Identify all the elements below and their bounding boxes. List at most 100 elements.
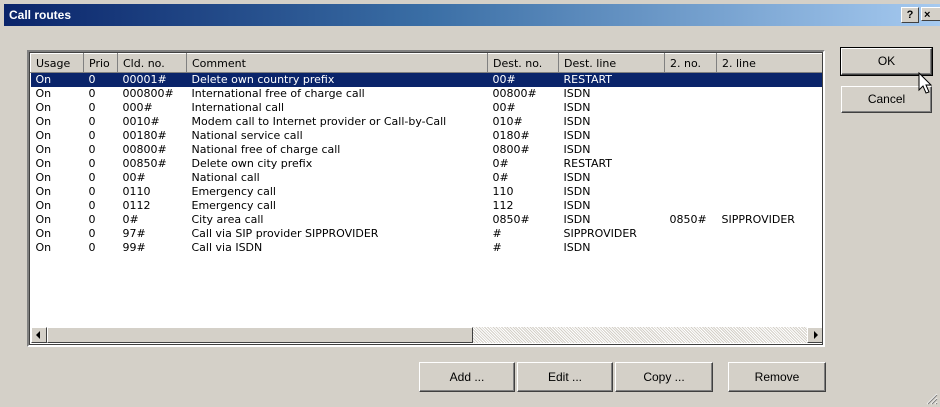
table-cell: 112	[492, 199, 514, 212]
table-cell: ISDN	[563, 87, 591, 100]
column-header[interactable]: 2. no.	[664, 53, 717, 73]
table-cell: 0#	[122, 213, 139, 226]
scrollbar-track[interactable]	[473, 327, 807, 343]
table-cell: On	[35, 171, 52, 184]
table-cell: Emergency call	[191, 185, 276, 198]
table-row[interactable]: On 0 00180# National service call 0180# ISDN	[31, 129, 823, 143]
arrow-right-icon	[814, 331, 818, 339]
table-row[interactable]: On 0 000800# International free of charge c…	[31, 87, 823, 101]
table-cell: 0	[83, 72, 118, 87]
table-cell: 0850#	[669, 213, 707, 226]
ok-button[interactable]: OK	[840, 47, 933, 76]
table-row[interactable]: On 0 00850# Delete own city prefix 0# RESTART	[31, 157, 823, 171]
table-cell: 110	[492, 185, 514, 198]
arrow-left-icon	[36, 331, 40, 339]
column-header[interactable]: Dest. line	[558, 53, 665, 73]
help-button[interactable]: ?	[901, 7, 919, 23]
resize-grip-icon[interactable]	[926, 393, 938, 405]
table-cell: 0	[88, 157, 96, 170]
table-cell: RESTART	[563, 157, 613, 170]
table-cell	[717, 241, 823, 255]
table-cell: SIPPROVIDER	[563, 227, 637, 240]
table-cell	[717, 171, 823, 185]
column-header[interactable]: Dest. no.	[487, 53, 559, 73]
table-cell: Call via SIP provider SIPPROVIDER	[191, 227, 379, 240]
table-cell: 0	[88, 171, 96, 184]
table-cell: 0	[88, 115, 96, 128]
table-cell	[717, 143, 823, 157]
table-cell	[717, 157, 823, 171]
table-cell: 00800#	[122, 143, 167, 156]
call-routes-list[interactable]: Usage Prio Cld. no. Comment Dest. no. Dest. l…	[27, 50, 825, 347]
table-row[interactable]: On 0 0112 Emergency call 112 ISDN	[31, 199, 823, 213]
table-cell: 0180#	[492, 129, 530, 142]
close-button[interactable]: ×	[921, 7, 940, 21]
table-row[interactable]: On 0 0010# Modem call to Internet provider …	[31, 115, 823, 129]
table-cell: On	[35, 213, 52, 226]
table-cell: International free of charge call	[191, 87, 365, 100]
table-cell: 0	[88, 87, 96, 100]
table-cell: SIPPROVIDER	[721, 213, 795, 226]
table-cell: On	[35, 87, 52, 100]
column-header[interactable]: Comment	[186, 53, 488, 73]
table-cell: 0112	[122, 199, 151, 212]
table-row[interactable]: On 0 00800# National free of charge call 080…	[31, 143, 823, 157]
table-cell: 0	[88, 227, 96, 240]
table-cell: 00#	[122, 171, 146, 184]
table-cell: On	[35, 185, 52, 198]
table-cell	[664, 72, 717, 87]
table-row[interactable]: On 0 99# Call via ISDN # ISDN	[31, 241, 823, 255]
table-cell: Modem call to Internet provider or Call-…	[191, 115, 447, 128]
edit-button[interactable]: Edit ...	[517, 362, 613, 392]
column-header[interactable]: 2. line	[716, 53, 822, 73]
table-cell: 0010#	[122, 115, 160, 128]
table-row[interactable]: On 0 0# City area call 0850# ISDN 0850# SIPPROV…	[31, 213, 823, 227]
table-cell	[717, 129, 823, 143]
title-bar[interactable]: Call routes ? ×	[4, 4, 940, 26]
table-cell: Delete own city prefix	[191, 157, 313, 170]
table-cell	[717, 185, 823, 199]
horizontal-scrollbar[interactable]	[31, 327, 822, 343]
column-header[interactable]: Cld. no.	[117, 53, 187, 73]
table-cell: 0	[88, 129, 96, 142]
add-button[interactable]: Add ...	[419, 362, 515, 392]
table-cell: Emergency call	[191, 199, 276, 212]
column-header[interactable]: Usage	[30, 53, 84, 73]
table-cell	[665, 129, 717, 143]
table-cell: 00#	[492, 101, 516, 114]
table-cell: ISDN	[563, 185, 591, 198]
scrollbar-thumb[interactable]	[47, 327, 473, 343]
table-cell: 00180#	[122, 129, 167, 142]
table-row[interactable]: On 0 00001# Delete own country prefix 00# RES…	[30, 72, 822, 87]
table-cell: On	[35, 227, 52, 240]
table-cell: 00850#	[122, 157, 167, 170]
table-row[interactable]: On 0 97# Call via SIP provider SIPPROVIDER #…	[31, 227, 823, 241]
table-cell	[665, 241, 717, 255]
routes-table: Usage Prio Cld. no. Comment Dest. no. Dest. l…	[30, 53, 822, 255]
table-cell: 00001#	[117, 72, 187, 87]
table-cell: International call	[191, 101, 285, 114]
scroll-left-button[interactable]	[31, 327, 47, 343]
table-cell: ISDN	[563, 101, 591, 114]
table-row[interactable]: On 0 0110 Emergency call 110 ISDN	[31, 185, 823, 199]
table-cell: 0850#	[492, 213, 530, 226]
table-cell	[717, 199, 823, 213]
table-row[interactable]: On 0 00# National call 0# ISDN	[31, 171, 823, 185]
copy-button[interactable]: Copy ...	[615, 362, 713, 392]
table-cell: On	[35, 199, 52, 212]
close-icon: ×	[924, 9, 931, 21]
column-header[interactable]: Prio	[83, 53, 118, 73]
table-row[interactable]: On 0 000# International call 00# ISDN	[31, 101, 823, 115]
scroll-right-button[interactable]	[807, 327, 822, 343]
table-cell	[665, 227, 717, 241]
table-cell: 0	[88, 143, 96, 156]
table-cell	[717, 87, 823, 101]
table-cell	[665, 87, 717, 101]
table-cell: National call	[191, 171, 260, 184]
table-cell: 0#	[492, 157, 509, 170]
table-cell	[665, 143, 717, 157]
remove-button[interactable]: Remove	[728, 362, 826, 392]
table-cell: 0	[88, 241, 96, 254]
table-cell	[717, 227, 823, 241]
table-cell	[716, 72, 822, 87]
